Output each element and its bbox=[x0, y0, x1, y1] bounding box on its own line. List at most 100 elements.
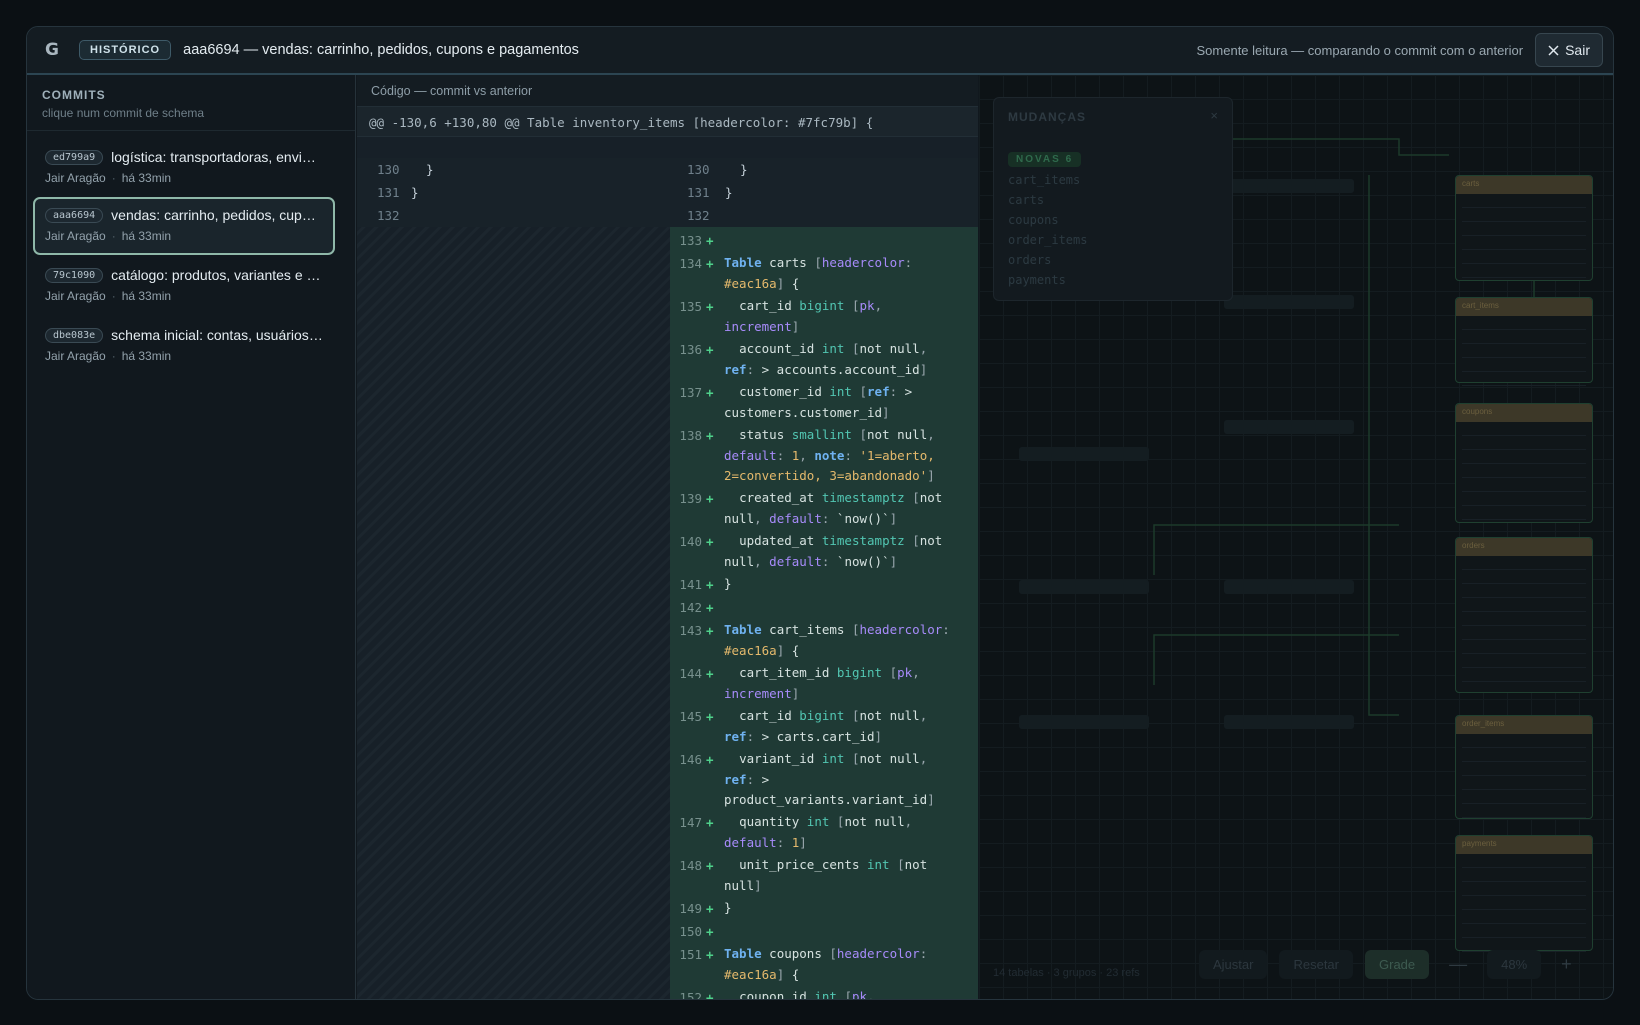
change-item[interactable]: carts bbox=[1008, 193, 1218, 207]
new-line-number: 139 bbox=[679, 491, 702, 506]
change-item[interactable]: cart_items bbox=[1008, 173, 1218, 187]
exit-button[interactable]: Sair bbox=[1535, 33, 1603, 67]
diff-old-side bbox=[357, 185, 670, 999]
er-table-carts[interactable]: carts bbox=[1455, 175, 1593, 281]
meta-separator: · bbox=[111, 229, 116, 243]
new-line-number: 145 bbox=[679, 709, 702, 724]
ghost-table bbox=[1224, 179, 1354, 193]
new-line-number: 142 bbox=[679, 600, 702, 615]
ghost-table bbox=[1224, 580, 1354, 594]
diff-context-line: 132 132 bbox=[357, 204, 978, 227]
added-marker: + bbox=[706, 342, 714, 357]
commit-author: Jair Aragão bbox=[45, 349, 106, 363]
new-line-number: 150 bbox=[679, 924, 702, 939]
new-line-number: 146 bbox=[679, 752, 702, 767]
diff-context-line: 131 } 131 } bbox=[357, 181, 978, 204]
er-table-coupons[interactable]: coupons bbox=[1455, 403, 1593, 523]
history-header: G HISTÓRICO aaa6694 — vendas: carrinho, … bbox=[27, 27, 1613, 75]
new-line-number: 133 bbox=[679, 233, 702, 248]
commit-message: vendas: carrinho, pedidos, cupons e paga… bbox=[111, 207, 323, 223]
new-line-number: 140 bbox=[679, 534, 702, 549]
new-line-number: 141 bbox=[679, 577, 702, 592]
code-line-text: Table carts [headercolor: #eac16a] { bbox=[724, 255, 913, 291]
code-line-text: Table cart_items [headercolor: #eac16a] … bbox=[724, 622, 950, 658]
commit-item-ed799a9[interactable]: ed799a9 logística: transportadoras, envi… bbox=[33, 139, 335, 197]
diff-hunk-header: @@ -130,6 +130,80 @@ Table inventory_ite… bbox=[357, 107, 978, 137]
old-line-number: 130 bbox=[377, 162, 400, 177]
commit-message: schema inicial: contas, usuários e clien… bbox=[111, 327, 323, 343]
er-table-name: cart_items bbox=[1456, 298, 1592, 316]
new-line-number: 148 bbox=[679, 858, 702, 873]
code-line-text: updated_at timestamptz [not null, defaul… bbox=[724, 533, 943, 569]
code-line-text: variant_id int [not null, ref: > product… bbox=[724, 751, 935, 807]
commit-item-dbe083e[interactable]: dbe083e schema inicial: contas, usuários… bbox=[33, 317, 335, 375]
added-marker: + bbox=[706, 901, 714, 916]
app-logo-icon: G bbox=[45, 40, 59, 60]
commit-sidebar: COMMITS clique num commit de schema ed79… bbox=[27, 75, 356, 999]
new-line-number: 138 bbox=[679, 428, 702, 443]
close-icon[interactable]: × bbox=[1210, 108, 1218, 123]
code-line-text: account_id int [not null, ref: > account… bbox=[724, 341, 928, 377]
changes-title: MUDANÇAS bbox=[1008, 110, 1086, 124]
commit-item-aaa6694[interactable]: aaa6694 vendas: carrinho, pedidos, cupon… bbox=[33, 197, 335, 255]
sidebar-title: COMMITS bbox=[42, 88, 106, 102]
new-line-number: 143 bbox=[679, 623, 702, 638]
code-line-text: Table coupons [headercolor: #eac16a] { bbox=[724, 946, 928, 982]
added-marker: + bbox=[706, 623, 714, 638]
code-line-text: coupon_id int [pk, increment] bbox=[724, 989, 875, 999]
added-marker: + bbox=[706, 256, 714, 271]
added-marker: + bbox=[706, 858, 714, 873]
added-marker: + bbox=[706, 491, 714, 506]
schema-canvas[interactable]: carts cart_items coupons orders order_it… bbox=[979, 75, 1613, 999]
canvas-status: 14 tabelas · 3 grupos · 23 refs bbox=[993, 967, 1140, 979]
added-marker: + bbox=[706, 815, 714, 830]
zoom-out-button[interactable]: — bbox=[1441, 954, 1475, 975]
reset-button[interactable]: Resetar bbox=[1279, 950, 1353, 979]
code-diff-panel: Código — commit vs anterior @@ -130,6 +1… bbox=[357, 75, 978, 999]
new-line-number: 131 bbox=[687, 185, 710, 200]
new-line-number: 132 bbox=[687, 208, 710, 223]
meta-separator: · bbox=[111, 349, 116, 363]
ghost-table bbox=[1224, 295, 1354, 309]
zoom-level: 48% bbox=[1487, 950, 1542, 979]
new-line-number: 130 bbox=[687, 162, 710, 177]
commit-hash: aaa6694 bbox=[45, 207, 104, 223]
commit-time: há 33min bbox=[121, 289, 172, 303]
added-marker: + bbox=[706, 666, 714, 681]
change-item[interactable]: order_items bbox=[1008, 233, 1218, 247]
history-title: aaa6694 — vendas: carrinho, pedidos, cup… bbox=[183, 42, 579, 58]
ghost-table bbox=[1019, 447, 1149, 461]
er-table-name: orders bbox=[1456, 538, 1592, 556]
exit-button-label: Sair bbox=[1565, 42, 1590, 58]
er-table-cart-items[interactable]: cart_items bbox=[1455, 297, 1593, 386]
grid-toggle[interactable]: Grade bbox=[1365, 950, 1430, 979]
change-item[interactable]: coupons bbox=[1008, 213, 1218, 227]
fit-button[interactable]: Ajustar bbox=[1199, 950, 1268, 979]
old-line-text: } bbox=[411, 162, 434, 177]
code-line-text: cart_item_id bigint [pk, increment] bbox=[724, 665, 920, 701]
er-table-payments[interactable]: payments bbox=[1455, 835, 1593, 952]
change-item[interactable]: payments bbox=[1008, 273, 1218, 287]
er-table-order-items[interactable]: order_items bbox=[1455, 715, 1593, 819]
commit-time: há 33min bbox=[121, 349, 172, 363]
commit-hash: dbe083e bbox=[45, 327, 104, 343]
added-marker: + bbox=[706, 924, 714, 939]
ghost-table bbox=[1019, 715, 1149, 729]
history-modal: G HISTÓRICO aaa6694 — vendas: carrinho, … bbox=[26, 26, 1614, 1000]
diff-context-line: 130 } 130 } bbox=[357, 158, 978, 181]
er-table-name: payments bbox=[1456, 836, 1592, 854]
meta-separator: · bbox=[111, 171, 116, 185]
code-line-text: unit_price_cents int [not null] bbox=[724, 857, 928, 893]
ghost-table bbox=[1224, 715, 1354, 729]
code-line-text: } bbox=[724, 576, 732, 591]
er-table-orders[interactable]: orders bbox=[1455, 537, 1593, 693]
added-marker: + bbox=[706, 428, 714, 443]
history-badge: HISTÓRICO bbox=[79, 40, 172, 60]
diff-view[interactable]: 130 } 130 } 131 } 131 } 132 132 133 + 134… bbox=[357, 158, 978, 999]
sidebar-subtitle: clique num commit de schema bbox=[42, 106, 205, 120]
new-line-number: 134 bbox=[679, 256, 702, 271]
zoom-in-button[interactable]: + bbox=[1553, 954, 1580, 975]
change-item[interactable]: orders bbox=[1008, 253, 1218, 267]
er-table-name: carts bbox=[1456, 176, 1592, 194]
commit-item-79c1090[interactable]: 79c1090 catálogo: produtos, variantes e … bbox=[33, 257, 335, 315]
